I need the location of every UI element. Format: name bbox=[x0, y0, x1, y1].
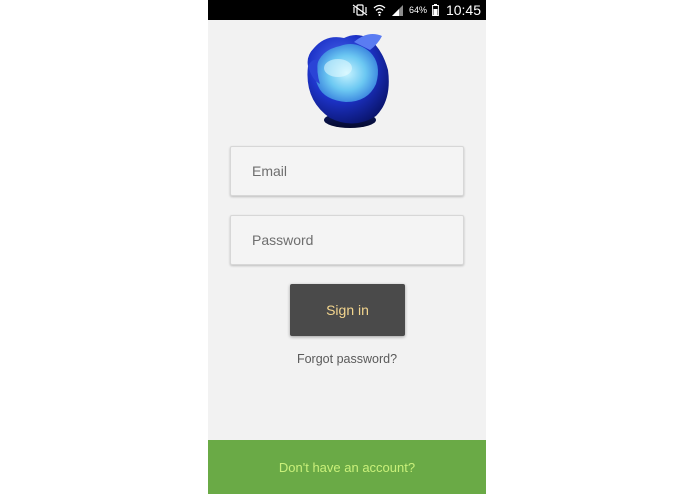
status-bar: 64% 10:45 bbox=[208, 0, 486, 20]
mute-vibrate-icon bbox=[352, 4, 368, 16]
signup-label: Don't have an account? bbox=[278, 459, 416, 475]
battery-percent: 64% bbox=[408, 5, 427, 15]
signup-footer-button[interactable]: Don't have an account? bbox=[208, 440, 486, 494]
password-field[interactable] bbox=[230, 215, 464, 265]
blue-bowl-logo-icon bbox=[296, 28, 394, 132]
status-icons: 64% 10:45 bbox=[352, 0, 481, 20]
status-clock: 10:45 bbox=[445, 2, 481, 18]
wifi-icon bbox=[373, 4, 386, 16]
sign-in-button[interactable]: Sign in bbox=[290, 284, 405, 336]
email-field[interactable] bbox=[230, 146, 464, 196]
signal-icon bbox=[391, 4, 404, 16]
battery-icon bbox=[432, 4, 439, 16]
phone-screen: 64% 10:45 Email Sign in Forgot password?… bbox=[208, 0, 486, 494]
forgot-password-link[interactable]: Forgot password? bbox=[208, 352, 486, 366]
